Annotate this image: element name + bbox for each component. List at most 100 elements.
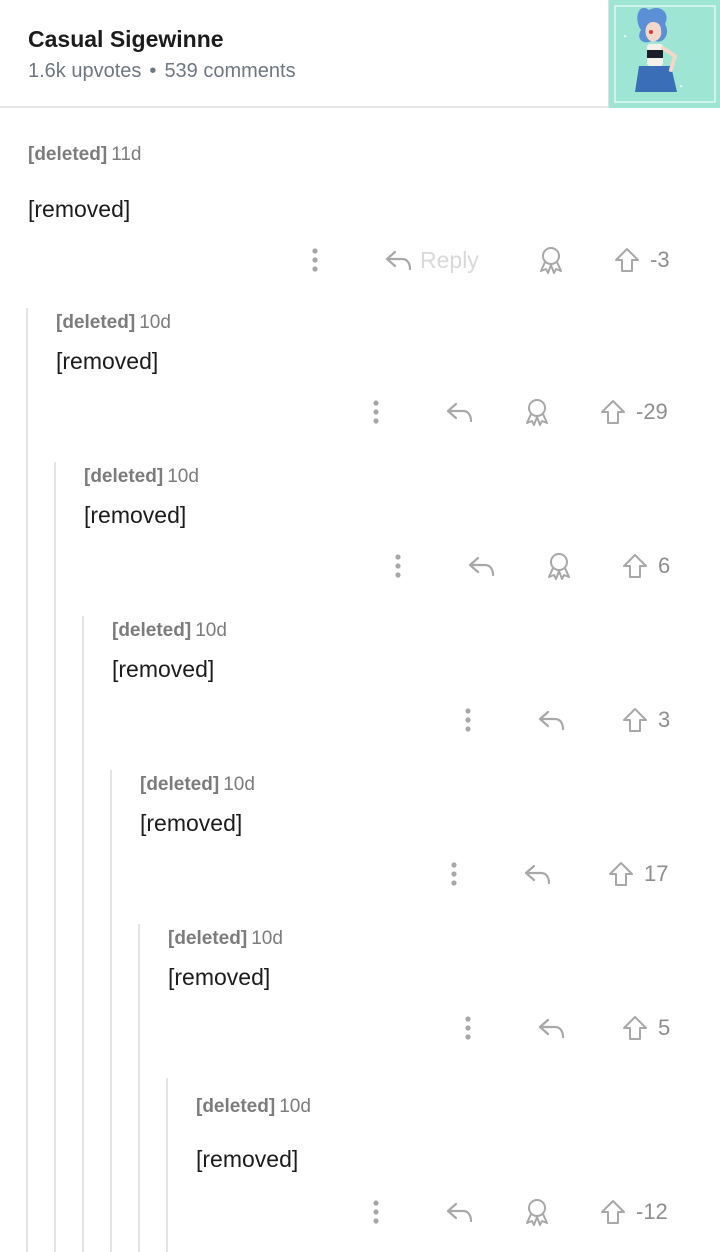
comment-body: [removed]	[56, 348, 159, 374]
comment-author[interactable]: [deleted]	[56, 312, 135, 333]
comment-author[interactable]: [deleted]	[84, 466, 163, 487]
more-options-button[interactable]	[383, 550, 413, 582]
comment[interactable]: [deleted] 11d [removed] Reply -3	[0, 130, 720, 300]
vote-count: -29	[636, 399, 668, 424]
reply-label: Reply	[420, 246, 479, 273]
more-vertical-icon	[451, 862, 457, 886]
vote-count: 6	[658, 553, 671, 578]
comment-meta: [deleted] 11d	[28, 144, 141, 166]
comment-author[interactable]: [deleted]	[28, 144, 107, 165]
comment-time: 10d	[251, 928, 283, 949]
upvote-count: 1.6k upvotes	[28, 60, 142, 82]
comment-time: 10d	[195, 620, 227, 641]
post-meta: 1.6k upvotes • 539 comments	[28, 60, 296, 83]
upvote-arrow-icon	[623, 708, 647, 732]
svg-text:✦: ✦	[623, 34, 627, 40]
post-thumbnail-image: ✦ ✦	[609, 0, 720, 108]
meta-separator: •	[149, 60, 157, 82]
comment-time: 10d	[223, 774, 255, 795]
reply-button[interactable]	[467, 548, 497, 584]
comment-time: 10d	[139, 312, 171, 333]
more-options-button[interactable]	[453, 1012, 483, 1044]
svg-text:✦: ✦	[679, 84, 683, 90]
reply-button[interactable]	[445, 1194, 475, 1230]
more-options-button[interactable]	[453, 704, 483, 736]
upvote-button[interactable]: 3	[622, 702, 670, 738]
comment-meta: [deleted] 10d	[112, 620, 227, 642]
comment-meta: [deleted] 10d	[56, 312, 171, 334]
comment-body: [removed]	[84, 502, 187, 528]
post-thumbnail[interactable]: ✦ ✦	[608, 0, 720, 108]
reply-icon	[468, 556, 495, 577]
reply-button[interactable]	[523, 856, 553, 892]
reply-icon	[446, 402, 473, 423]
more-options-button[interactable]	[361, 396, 391, 428]
upvote-arrow-icon	[609, 862, 633, 886]
comment-author[interactable]: [deleted]	[140, 774, 219, 795]
comment-time: 10d	[279, 1096, 311, 1117]
award-button[interactable]	[520, 1194, 554, 1230]
upvote-arrow-icon	[601, 1200, 625, 1224]
reply-icon	[446, 1202, 473, 1223]
comment-body: [removed]	[168, 964, 271, 990]
reply-button[interactable]	[537, 1010, 567, 1046]
vote-count: -3	[650, 247, 670, 272]
comment-author[interactable]: [deleted]	[196, 1096, 275, 1117]
more-vertical-icon	[465, 708, 471, 732]
comment-body: [removed]	[28, 196, 131, 222]
upvote-button[interactable]: -29	[600, 394, 668, 430]
more-options-button[interactable]	[300, 244, 330, 276]
upvote-arrow-icon	[623, 1016, 647, 1040]
comment[interactable]: [deleted] 10d [removed] 17	[0, 770, 720, 924]
comment-count: 539 comments	[164, 60, 296, 82]
upvote-arrow-icon	[615, 248, 639, 272]
upvote-arrow-icon	[623, 554, 647, 578]
award-button[interactable]	[542, 548, 576, 584]
vote-count: -12	[636, 1199, 668, 1224]
post-title[interactable]: Casual Sigewinne	[28, 26, 224, 53]
vote-count: 3	[658, 707, 671, 732]
more-vertical-icon	[373, 1200, 379, 1224]
more-vertical-icon	[465, 1016, 471, 1040]
comment-body: [removed]	[112, 656, 215, 682]
award-button[interactable]	[534, 242, 568, 278]
comment-body: [removed]	[140, 810, 243, 836]
comment-author[interactable]: [deleted]	[112, 620, 191, 641]
comment-meta: [deleted] 10d	[168, 928, 283, 950]
reply-icon	[538, 710, 565, 731]
comment[interactable]: [deleted] 10d [removed] 6	[0, 462, 720, 616]
upvote-button[interactable]: 5	[622, 1010, 670, 1046]
comment-time: 11d	[111, 144, 142, 165]
upvote-arrow-icon	[601, 400, 625, 424]
more-vertical-icon	[395, 554, 401, 578]
award-icon	[540, 247, 562, 274]
comment-meta: [deleted] 10d	[84, 466, 199, 488]
comment-meta: [deleted] 10d	[196, 1096, 311, 1118]
reply-icon	[538, 1018, 565, 1039]
reply-button[interactable]	[537, 702, 567, 738]
more-vertical-icon	[312, 248, 318, 272]
upvote-button[interactable]: 17	[608, 856, 668, 892]
reply-icon	[524, 864, 551, 885]
comment-meta: [deleted] 10d	[140, 774, 255, 796]
more-options-button[interactable]	[361, 1196, 391, 1228]
vote-count: 17	[644, 861, 669, 886]
award-icon	[526, 399, 548, 426]
comment-author[interactable]: [deleted]	[168, 928, 247, 949]
more-options-button[interactable]	[439, 858, 469, 890]
comment-time: 10d	[167, 466, 199, 487]
more-vertical-icon	[373, 400, 379, 424]
post-header[interactable]: Casual Sigewinne 1.6k upvotes • 539 commen…	[0, 0, 720, 108]
comment[interactable]: [deleted] 10d [removed] -12	[0, 1078, 720, 1252]
comment[interactable]: [deleted] 10d [removed] -29	[0, 308, 720, 462]
upvote-button[interactable]: -3	[614, 242, 670, 278]
upvote-button[interactable]: -12	[600, 1194, 668, 1230]
award-button[interactable]	[520, 394, 554, 430]
comment[interactable]: [deleted] 10d [removed] 5	[0, 924, 720, 1078]
vote-count: 5	[658, 1015, 671, 1040]
comment[interactable]: [deleted] 10d [removed] 3	[0, 616, 720, 770]
comment-body: [removed]	[196, 1146, 299, 1172]
reply-button[interactable]: Reply	[384, 242, 479, 278]
reply-button[interactable]	[445, 394, 475, 430]
upvote-button[interactable]: 6	[622, 548, 670, 584]
